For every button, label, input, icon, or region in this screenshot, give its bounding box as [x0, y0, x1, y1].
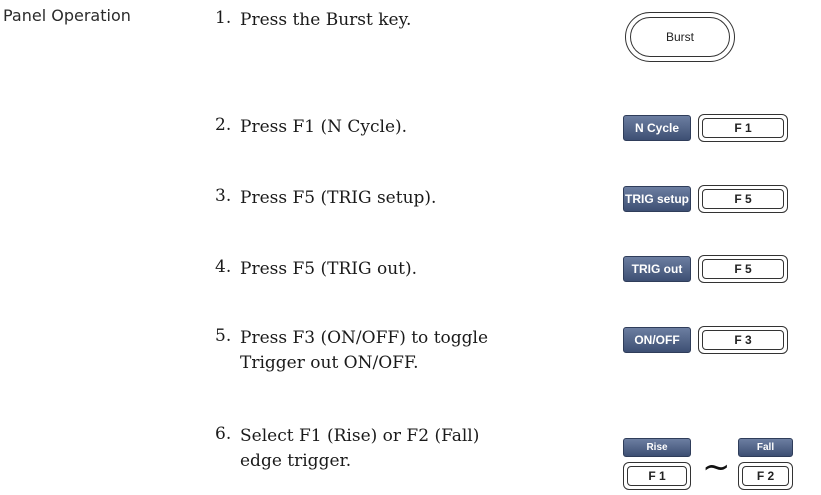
step-2-number: 2. — [215, 115, 232, 135]
f3-key[interactable]: F 3 — [698, 326, 788, 354]
n-cycle-softkey[interactable]: N Cycle — [623, 115, 691, 141]
fall-softkey[interactable]: Fall — [738, 438, 793, 457]
step-1-text: Press the Burst key. — [240, 10, 412, 30]
trig-setup-softkey[interactable]: TRIG setup — [623, 186, 691, 212]
f1-key[interactable]: F 1 — [698, 114, 788, 142]
step-1-number: 1. — [215, 8, 232, 28]
f5-key-step4[interactable]: F 5 — [698, 255, 788, 283]
step-5-text-line1: Press F3 (ON/OFF) to toggle — [240, 328, 489, 348]
f2-key[interactable]: F 2 — [738, 462, 793, 490]
burst-key[interactable]: Burst — [625, 12, 735, 62]
f5-key-label: F 5 — [702, 189, 784, 209]
step-6-text-line2: edge trigger. — [240, 451, 352, 471]
f2-key-label: F 2 — [742, 466, 789, 486]
step-2-text: Press F1 (N Cycle). — [240, 117, 408, 137]
burst-key-label: Burst — [630, 17, 730, 57]
step-4-number: 4. — [215, 257, 232, 277]
f3-key-label: F 3 — [702, 330, 784, 350]
on-off-softkey[interactable]: ON/OFF — [623, 327, 691, 353]
separator-tilde: ~ — [702, 447, 731, 487]
step-5-number: 5. — [215, 326, 232, 346]
f5-key[interactable]: F 5 — [698, 185, 788, 213]
rise-softkey[interactable]: Rise — [623, 438, 691, 457]
step-6-number: 6. — [215, 424, 232, 444]
f1-key-rise[interactable]: F 1 — [623, 462, 691, 490]
step-4-text: Press F5 (TRIG out). — [240, 259, 418, 279]
f1-key-label: F 1 — [702, 118, 784, 138]
step-3-number: 3. — [215, 186, 232, 206]
f1-key-rise-label: F 1 — [627, 466, 687, 486]
section-label: Panel Operation — [3, 6, 131, 25]
step-6-text-line1: Select F1 (Rise) or F2 (Fall) — [240, 426, 480, 446]
f5-key-step4-label: F 5 — [702, 259, 784, 279]
trig-out-softkey[interactable]: TRIG out — [623, 256, 691, 282]
step-5-text-line2: Trigger out ON/OFF. — [240, 353, 419, 373]
step-3-text: Press F5 (TRIG setup). — [240, 188, 437, 208]
